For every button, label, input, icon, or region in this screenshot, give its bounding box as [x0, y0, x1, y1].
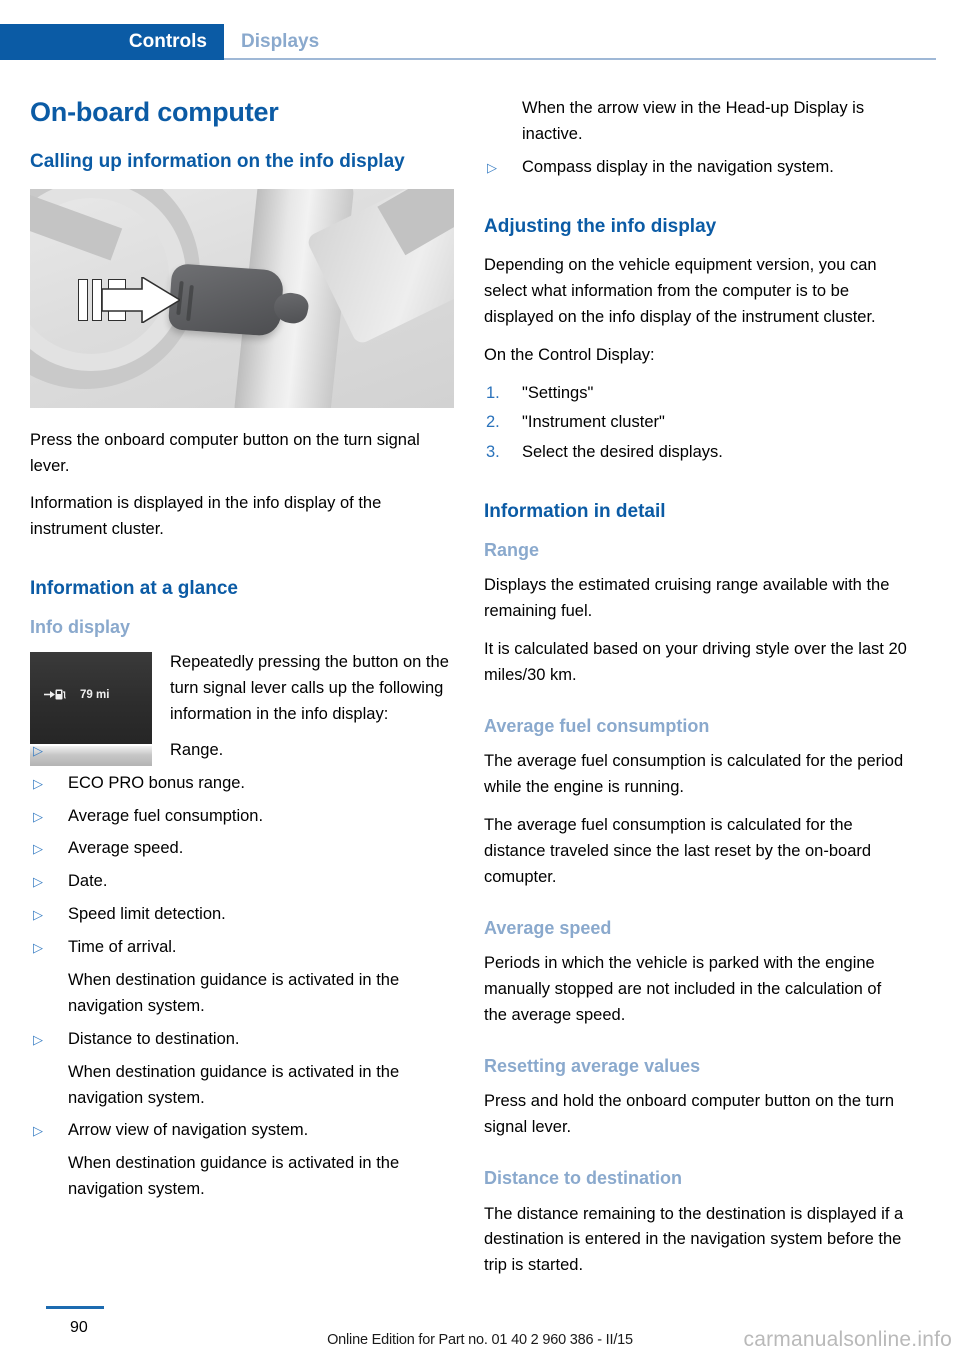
- list-item-label: Select the desired displays.: [522, 443, 723, 462]
- right-column: When the arrow view in the Head-up Displ…: [484, 96, 908, 1291]
- list-item: ▷ Arrow view of navigation system.: [30, 1118, 454, 1144]
- bullet-arrow-icon: ▷: [33, 808, 43, 824]
- bullet-arrow-icon: ▷: [33, 775, 43, 791]
- section-heading-information-at-a-glance: Information at a glance: [30, 578, 238, 600]
- subheading-distance-to-destination: Distance to destination: [484, 1168, 683, 1188]
- watermark: carmanualsonline.info: [743, 1328, 952, 1351]
- range-value: 79 mi: [80, 688, 110, 701]
- paragraph-resetting-1: Press and hold the onboard computer butt…: [484, 1092, 895, 1137]
- paragraph-avg-fuel-1: The average fuel consumption is calculat…: [484, 752, 904, 796]
- list-item-label: Speed limit detection.: [68, 905, 226, 924]
- info-bullet-list-rest: ▷ ECO PRO bonus range. ▷ Average fuel co…: [30, 771, 454, 1203]
- tab-controls[interactable]: Controls: [0, 24, 224, 60]
- numbered-steps: 1. "Settings" 2. "Instrument cluster" 3.…: [484, 381, 908, 467]
- info-display-readout: 79 mi: [44, 688, 109, 701]
- list-item: 2. "Instrument cluster": [484, 410, 908, 436]
- bullet-arrow-icon: ▷: [33, 907, 43, 923]
- info-display-block: 79 mi Repeatedly pressing the button on …: [30, 650, 454, 771]
- list-item: ▷ Date.: [30, 869, 454, 895]
- list-item: ▷ Compass display in the navigation syst…: [484, 155, 908, 181]
- bullet-arrow-icon: ▷: [33, 940, 43, 956]
- paragraph-info-displayed: Information is displayed in the info dis…: [30, 494, 382, 539]
- section-heading-information-in-detail: Information in detail: [484, 501, 666, 523]
- paragraph-press-button: Press the onboard computer button on the…: [30, 430, 420, 475]
- list-item-label: Range.: [170, 740, 224, 759]
- list-item-label: When destination guidance is activated i…: [68, 1062, 400, 1107]
- paragraph-avg-fuel-2: The average fuel consumption is calculat…: [484, 815, 872, 886]
- header-tab-bar: Controls Displays: [0, 24, 960, 60]
- paragraph-avg-speed-1: Periods in which the vehicle is parked w…: [484, 954, 882, 1024]
- subheading-resetting-average-values: Resetting average values: [484, 1055, 701, 1076]
- bullet-arrow-icon: ▷: [33, 1123, 43, 1139]
- list-item-label: "Instrument cluster": [522, 413, 665, 432]
- paragraph-range-1: Displays the estimated cruising range av…: [484, 576, 890, 620]
- list-item: 3. Select the desired displays.: [484, 440, 908, 466]
- bullet-arrow-icon: ▷: [487, 159, 497, 175]
- bullet-arrow-icon: ▷: [33, 1031, 43, 1047]
- list-item-label: When destination guidance is activated i…: [68, 1154, 400, 1199]
- list-item: ▷ Range.: [30, 738, 454, 764]
- turn-signal-lever: [167, 262, 285, 337]
- bullet-arrow-icon: ▷: [33, 874, 43, 890]
- list-item-note: When destination guidance is activated i…: [30, 1060, 454, 1112]
- list-item: 1. "Settings": [484, 381, 908, 407]
- list-item-label: Compass display in the navigation system…: [522, 157, 834, 176]
- step-number: 2.: [486, 413, 500, 432]
- paragraph-depending-on-vehicle: Depending on the vehicle equipment versi…: [484, 255, 877, 326]
- list-item-label: When the arrow view in the Head-up Displ…: [522, 99, 865, 143]
- list-item: ▷ Average speed.: [30, 836, 454, 862]
- list-item: ▷ Distance to destination.: [30, 1027, 454, 1053]
- subheading-average-speed: Average speed: [484, 917, 612, 938]
- step-number: 1.: [486, 383, 500, 402]
- list-item: ▷ Average fuel consumption.: [30, 804, 454, 830]
- subheading-info-display: Info display: [30, 616, 131, 637]
- subheading-average-fuel-consumption: Average fuel consumption: [484, 715, 710, 736]
- list-item: ▷ Speed limit detection.: [30, 902, 454, 928]
- list-item-note: When destination guidance is activated i…: [30, 968, 454, 1020]
- press-arrow-icon: [102, 276, 180, 323]
- list-item-label: ECO PRO bonus range.: [68, 773, 246, 792]
- list-item-label: "Settings": [522, 383, 594, 402]
- list-item-label: Average speed.: [68, 839, 184, 858]
- continued-bullet-list: When the arrow view in the Head-up Displ…: [484, 96, 908, 181]
- list-item-note: When the arrow view in the Head-up Displ…: [484, 96, 908, 148]
- left-column: On-board computer Calling up information…: [30, 96, 454, 1210]
- bullet-arrow-icon: ▷: [33, 742, 43, 758]
- footer-divider: [46, 1306, 104, 1309]
- list-item-note: When destination guidance is activated i…: [30, 1151, 454, 1203]
- step-number: 3.: [486, 443, 500, 462]
- tab-displays[interactable]: Displays: [224, 24, 320, 60]
- list-item-label: Date.: [68, 872, 108, 891]
- fuel-pump-icon: [44, 688, 66, 701]
- section-heading-calling-up-information: Calling up information on the info displ…: [30, 151, 405, 173]
- page-title: On-board computer: [30, 97, 279, 127]
- paragraph-distance-1: The distance remaining to the destinatio…: [484, 1204, 904, 1275]
- bullet-arrow-icon: ▷: [33, 841, 43, 857]
- info-bullet-list-first: ▷ Range.: [30, 738, 454, 764]
- list-item-label: Distance to destination.: [68, 1029, 240, 1048]
- paragraph-range-2: It is calculated based on your driving s…: [484, 639, 907, 684]
- subheading-range: Range: [484, 539, 540, 560]
- list-item: ▷ Time of arrival.: [30, 935, 454, 961]
- section-heading-adjusting-the-info-display: Adjusting the info display: [484, 215, 717, 237]
- paragraph-on-the-control-display: On the Control Display:: [484, 345, 655, 364]
- list-item: ▷ ECO PRO bonus range.: [30, 771, 454, 797]
- info-display-screen: 79 mi: [30, 652, 152, 745]
- header-divider: [224, 58, 936, 60]
- turn-signal-lever-figure: [30, 188, 454, 408]
- list-item-label: Time of arrival.: [68, 938, 177, 957]
- list-item-label: Average fuel consumption.: [68, 806, 264, 825]
- list-item-label: When destination guidance is activated i…: [68, 970, 400, 1015]
- list-item-label: Arrow view of navigation system.: [68, 1121, 309, 1140]
